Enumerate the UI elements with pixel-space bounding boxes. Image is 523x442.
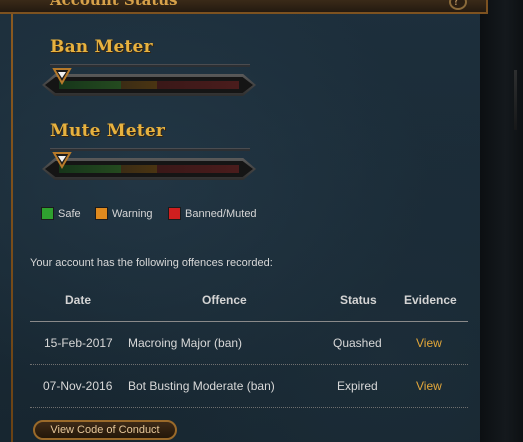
offences-table: Date Offence Status Evidence 15-Feb-2017… bbox=[30, 280, 468, 408]
view-evidence-link[interactable]: View bbox=[416, 379, 442, 393]
offence-name: Macroing Major (ban) bbox=[128, 336, 243, 350]
help-icon[interactable]: ? bbox=[449, 0, 467, 10]
ban-meter-title: Ban Meter bbox=[50, 37, 153, 57]
column-header-status: Status bbox=[340, 293, 377, 307]
meter-bar-frame bbox=[42, 74, 256, 96]
view-evidence-link[interactable]: View bbox=[416, 336, 442, 350]
meter-pointer-icon bbox=[52, 68, 72, 85]
legend-safe: Safe bbox=[41, 207, 81, 220]
legend-label: Banned/Muted bbox=[185, 207, 257, 220]
background-scenery bbox=[480, 0, 523, 442]
view-code-of-conduct-button[interactable]: View Code of Conduct bbox=[33, 420, 177, 440]
legend-label: Safe bbox=[58, 207, 81, 220]
column-header-date: Date bbox=[65, 293, 92, 307]
offences-intro-text: Your account has the following offences … bbox=[30, 257, 273, 269]
legend-warning: Warning bbox=[95, 207, 153, 220]
offence-status: Quashed bbox=[333, 336, 382, 350]
table-row: 07-Nov-2016 Bot Busting Moderate (ban) E… bbox=[30, 365, 468, 408]
meter-muted-zone bbox=[157, 165, 239, 173]
meter-warning-zone bbox=[121, 165, 157, 173]
legend-label: Warning bbox=[112, 207, 153, 220]
warning-swatch-icon bbox=[95, 207, 108, 220]
meter-bar-track bbox=[45, 161, 253, 177]
offence-name: Bot Busting Moderate (ban) bbox=[128, 379, 275, 393]
banned-swatch-icon bbox=[168, 207, 181, 220]
offence-date: 07-Nov-2016 bbox=[43, 379, 113, 393]
table-row: 15-Feb-2017 Macroing Major (ban) Quashed… bbox=[30, 322, 468, 365]
offence-status: Expired bbox=[337, 379, 378, 393]
panel-title: Account Status bbox=[50, 0, 178, 9]
meter-rail bbox=[50, 64, 250, 67]
table-header: Date Offence Status Evidence bbox=[30, 280, 468, 322]
mute-meter bbox=[42, 148, 256, 188]
panel-header: Account Status ? bbox=[0, 0, 488, 14]
meter-bar-frame bbox=[42, 158, 256, 180]
safe-swatch-icon bbox=[41, 207, 54, 220]
meter-rail bbox=[50, 148, 250, 151]
meter-banned-zone bbox=[157, 81, 239, 89]
account-status-panel: Account Status ? Ban Meter Mute Meter Sa… bbox=[0, 0, 488, 442]
meter-pointer-icon bbox=[52, 152, 72, 169]
background-decoration bbox=[514, 70, 517, 130]
offence-date: 15-Feb-2017 bbox=[44, 336, 113, 350]
ban-meter bbox=[42, 64, 256, 104]
legend-banned-muted: Banned/Muted bbox=[168, 207, 257, 220]
column-header-evidence: Evidence bbox=[404, 293, 457, 307]
mute-meter-title: Mute Meter bbox=[50, 121, 166, 141]
meter-warning-zone bbox=[121, 81, 157, 89]
meter-bar-track bbox=[45, 77, 253, 93]
column-header-offence: Offence bbox=[202, 293, 247, 307]
